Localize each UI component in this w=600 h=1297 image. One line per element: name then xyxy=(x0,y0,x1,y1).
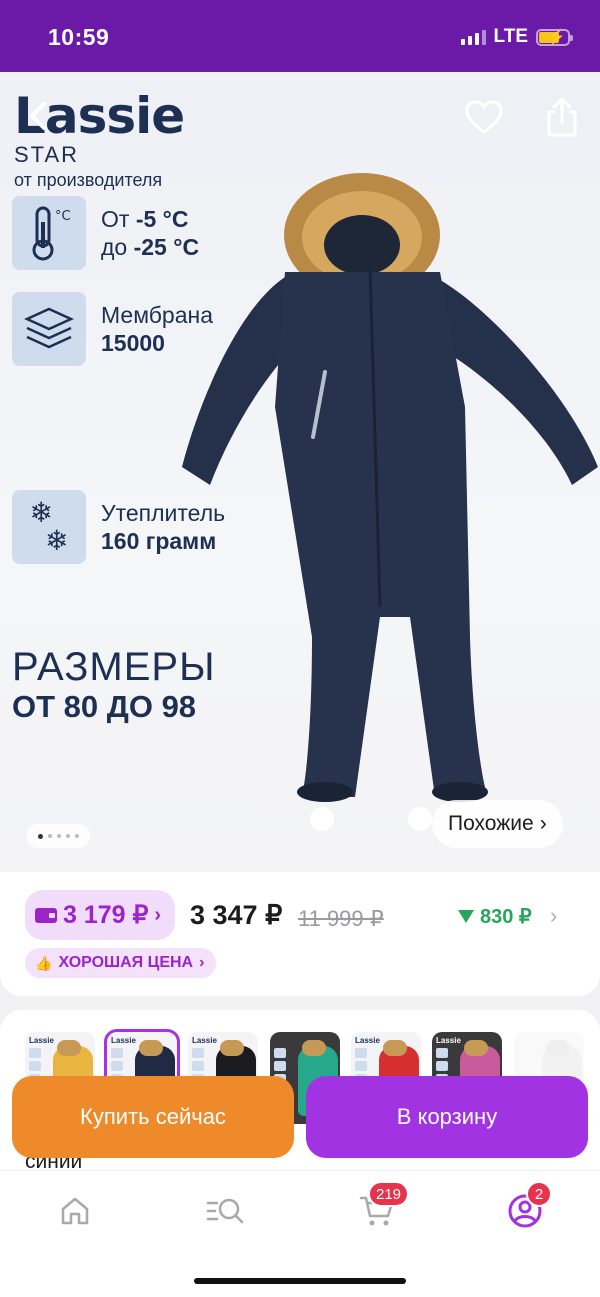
back-arrow-icon[interactable] xyxy=(22,98,58,134)
home-indicator xyxy=(194,1278,406,1284)
add-to-cart-button[interactable]: В корзину xyxy=(306,1076,588,1158)
status-bar: 10:59 LTE ⚡ xyxy=(0,0,600,72)
catalog-search-icon xyxy=(206,1198,244,1224)
brand-subtitle: от производителя xyxy=(14,170,163,190)
chevron-right-icon[interactable]: › xyxy=(550,903,557,929)
buy-now-button[interactable]: Купить сейчас xyxy=(12,1076,294,1158)
nav-cart[interactable]: 219 xyxy=(352,1181,410,1233)
discount-amount[interactable]: 830 ₽ xyxy=(458,904,532,929)
network-label: LTE xyxy=(493,26,528,47)
discount-down-arrow-icon xyxy=(458,910,474,923)
good-price-badge[interactable]: 👍 ХОРОШАЯ ЦЕНА › xyxy=(25,948,217,978)
brand-line: STAR xyxy=(14,142,80,167)
product-gallery[interactable]: Lassie STAR от производителя °C От -5 °C… xyxy=(0,72,600,872)
nav-home[interactable] xyxy=(50,1189,100,1233)
chevron-right-icon: › xyxy=(539,812,547,835)
wallet-price: 3 179 ₽ xyxy=(63,901,149,929)
favorite-heart-icon[interactable] xyxy=(464,98,504,138)
nav-catalog[interactable] xyxy=(200,1189,250,1233)
wallet-icon xyxy=(35,907,57,923)
cart-count-badge: 219 xyxy=(368,1181,410,1207)
share-icon[interactable] xyxy=(543,96,581,138)
feature-temperature: °C От -5 °C до -25 °C xyxy=(12,196,199,270)
thermometer-icon: °C xyxy=(12,196,86,270)
signal-icon xyxy=(460,29,486,45)
wallet-price-button[interactable]: 3 179 ₽ › xyxy=(25,890,176,940)
status-indicators: LTE ⚡ xyxy=(460,26,573,48)
snowflake-icon: ❄ ❄ xyxy=(12,490,86,564)
old-price: 11 999 ₽ xyxy=(298,906,384,931)
status-time: 10:59 xyxy=(48,24,110,50)
price-card: 3 179 ₽ › 3 347 ₽ 11 999 ₽ 830 ₽ › 👍 ХОР… xyxy=(0,872,600,996)
chevron-right-icon: › xyxy=(199,954,205,971)
gallery-pagination xyxy=(26,824,90,848)
product-image xyxy=(182,173,598,831)
home-icon xyxy=(61,1197,89,1225)
svg-text:°C: °C xyxy=(55,209,71,224)
similar-products-button[interactable]: Похожие › xyxy=(432,800,563,848)
current-price: 3 347 ₽ xyxy=(190,900,283,930)
battery-icon: ⚡ xyxy=(536,28,573,46)
nav-profile[interactable]: 2 xyxy=(500,1181,552,1233)
chevron-right-icon: › xyxy=(154,903,162,926)
profile-notification-badge: 2 xyxy=(526,1181,552,1207)
similar-label: Похожие xyxy=(448,812,534,835)
membrane-layers-icon xyxy=(12,292,86,366)
thumbs-up-icon: 👍 xyxy=(35,954,53,971)
